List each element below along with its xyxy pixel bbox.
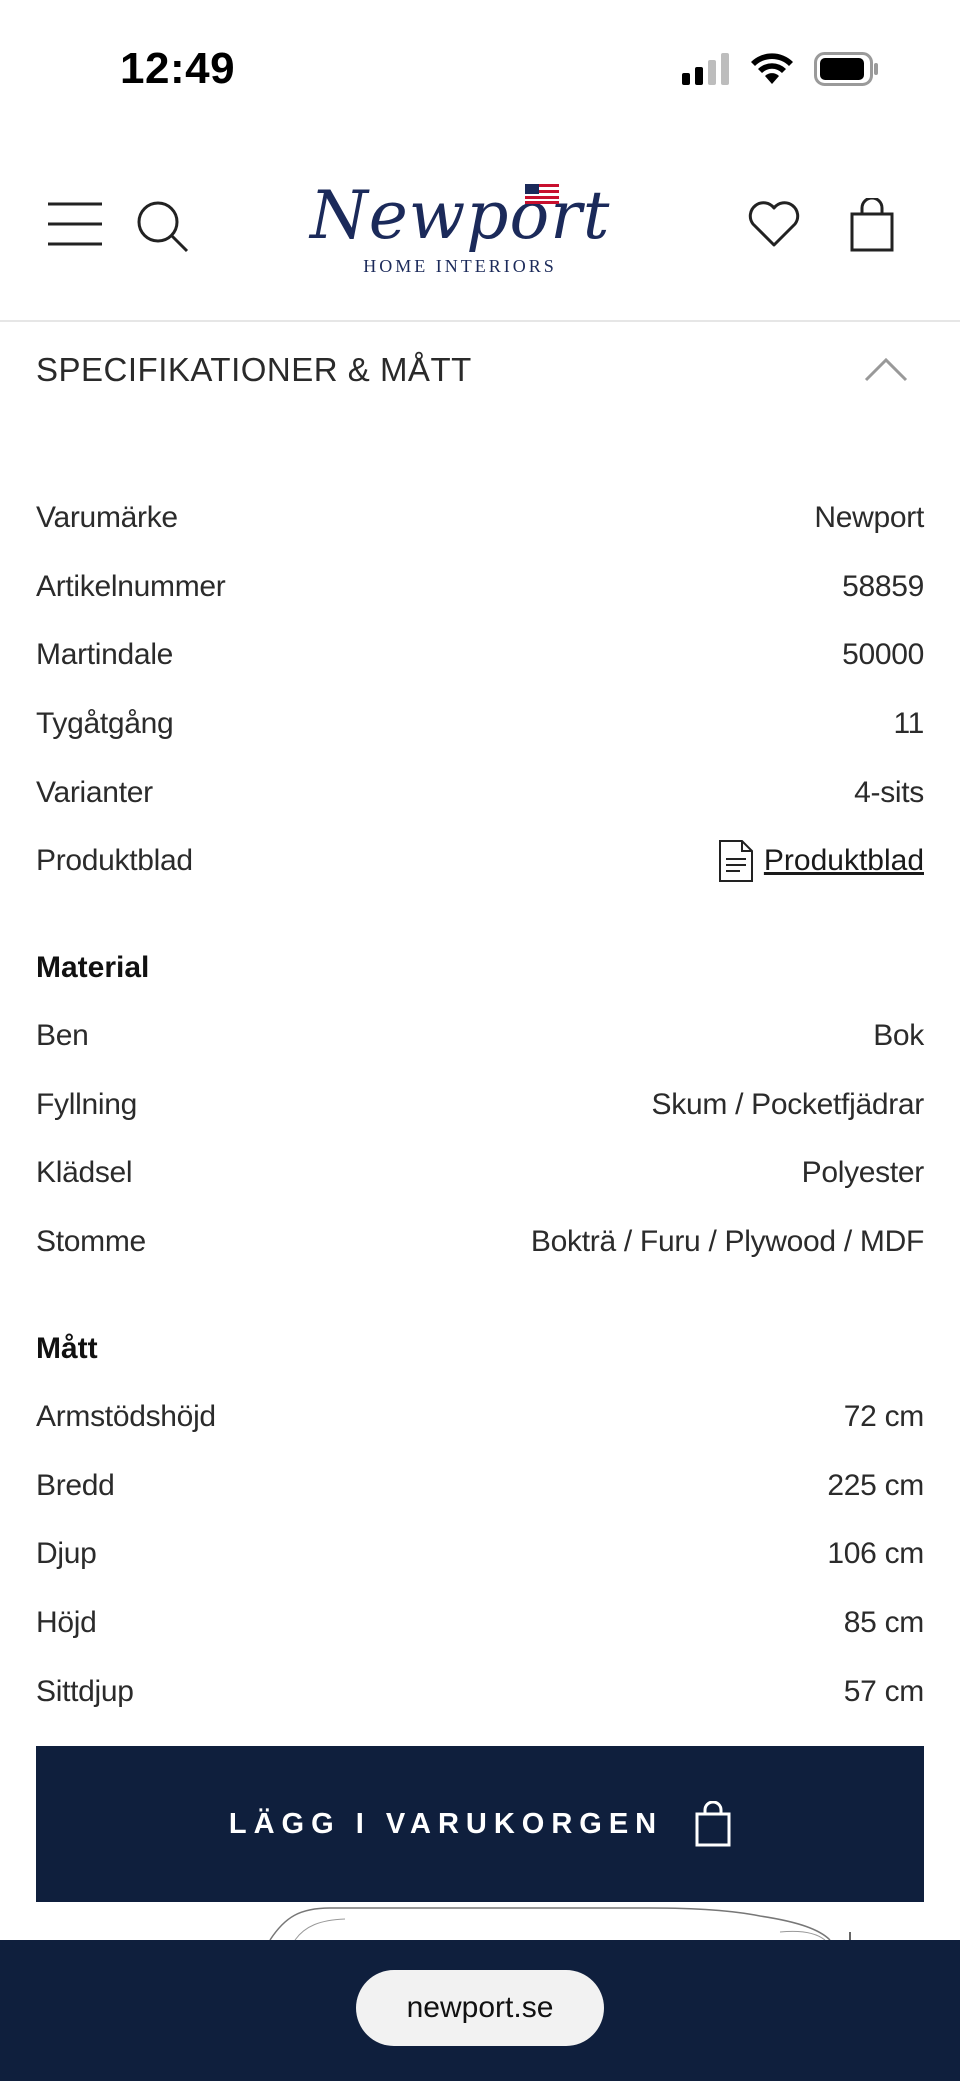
spec-label: Produktblad: [36, 844, 193, 878]
spec-value: Newport: [814, 501, 924, 535]
dimension-value: 225 cm: [827, 1468, 924, 1502]
product-sheet-link-label: Produktblad: [763, 844, 924, 878]
spec-label: Artikelnummer: [36, 569, 226, 603]
spec-row-martindale: Martindale 50000: [36, 621, 924, 690]
add-to-cart-button[interactable]: LÄGG I VARUKORGEN: [36, 1746, 924, 1902]
material-heading: Material: [36, 951, 150, 984]
dimension-value: 85 cm: [843, 1606, 925, 1640]
spec-label: Tygåtgång: [36, 707, 174, 741]
document-icon: [718, 840, 753, 883]
dimension-row-sittdjup: Sittdjup 57 cm: [36, 1657, 924, 1726]
spec-label: Varianter: [36, 775, 153, 809]
cellular-signal-icon: [682, 53, 729, 85]
shopping-bag-icon[interactable]: [850, 198, 894, 252]
dimension-row-hojd: Höjd 85 cm: [36, 1589, 924, 1658]
status-time: 12:49: [120, 44, 236, 93]
wifi-icon: [751, 53, 793, 84]
material-value: Polyester: [801, 1156, 925, 1190]
material-value: Skum / Pocketfjädrar: [651, 1087, 925, 1121]
spec-row-artikelnummer: Artikelnummer 58859: [36, 553, 924, 622]
product-drawing-peek: [269, 1907, 851, 1940]
dimension-value: 72 cm: [843, 1400, 925, 1434]
material-label: Stomme: [36, 1225, 146, 1259]
material-list: Material Ben Bok Fyllning Skum / Pocketf…: [36, 934, 924, 1276]
material-row-kladsel: Klädsel Polyester: [36, 1139, 924, 1208]
material-label: Ben: [36, 1019, 89, 1053]
spec-row-varianter: Varianter 4-sits: [36, 758, 924, 827]
material-row-ben: Ben Bok: [36, 1002, 924, 1071]
dimension-value: 57 cm: [843, 1674, 925, 1708]
material-value: Bokträ / Furu / Plywood / MDF: [530, 1225, 924, 1259]
material-value: Bok: [873, 1019, 924, 1053]
newport-logo[interactable]: Newport HOME INTERIORS: [310, 178, 610, 288]
dimension-row-armstodshojd: Armstödshöjd 72 cm: [36, 1383, 924, 1452]
dimension-label: Bredd: [36, 1468, 115, 1502]
spec-value: 50000: [842, 638, 924, 672]
browser-bottom-bar: newport.se: [0, 1940, 960, 2081]
spec-row-produktblad: Produktblad Produktblad: [36, 827, 924, 896]
dimension-row-bredd: Bredd 225 cm: [36, 1452, 924, 1521]
material-row-stomme: Stomme Bokträ / Furu / Plywood / MDF: [36, 1208, 924, 1277]
material-label: Fyllning: [36, 1087, 137, 1121]
spec-row-varumarke: Varumärke Newport: [36, 484, 924, 553]
dimensions-list: Mått Armstödshöjd 72 cm Bredd 225 cm Dju…: [36, 1315, 924, 1726]
spec-label: Martindale: [36, 638, 174, 672]
material-row-fyllning: Fyllning Skum / Pocketfjädrar: [36, 1071, 924, 1140]
dimension-label: Armstödshöjd: [36, 1400, 216, 1434]
dimension-label: Höjd: [36, 1606, 97, 1640]
address-bar[interactable]: newport.se: [356, 1970, 604, 2046]
spec-label: Varumärke: [36, 501, 178, 535]
material-label: Klädsel: [36, 1156, 133, 1190]
spec-value: 11: [893, 707, 924, 741]
battery-icon: [814, 52, 878, 86]
logo-wordmark: Newport: [310, 177, 611, 254]
specifications-accordion-header[interactable]: SPECIFIKATIONER & MÅTT: [36, 340, 924, 400]
dimension-value: 106 cm: [827, 1537, 924, 1571]
spec-row-tygatgang: Tygåtgång 11: [36, 690, 924, 759]
section-title: SPECIFIKATIONER & MÅTT: [36, 351, 472, 388]
hamburger-menu-icon[interactable]: [48, 200, 102, 248]
spec-value: 4-sits: [854, 775, 924, 809]
dimensions-heading: Mått: [36, 1332, 98, 1365]
logo-subtitle: HOME INTERIORS: [363, 256, 557, 276]
us-flag-icon: [525, 184, 559, 204]
search-icon[interactable]: [136, 200, 190, 254]
status-icons: [682, 52, 880, 86]
add-to-cart-label: LÄGG I VARUKORGEN: [228, 1807, 664, 1840]
dimension-row-djup: Djup 106 cm: [36, 1520, 924, 1589]
spec-value: 58859: [842, 569, 924, 603]
status-bar: 12:49: [0, 0, 960, 140]
address-bar-url: newport.se: [406, 1991, 554, 2024]
dimension-label: Sittdjup: [36, 1674, 134, 1708]
dimension-label: Djup: [36, 1537, 97, 1571]
specs-list: Varumärke Newport Artikelnummer 58859 Ma…: [36, 484, 924, 896]
chevron-up-icon[interactable]: [864, 358, 908, 382]
wishlist-heart-icon[interactable]: [748, 200, 800, 248]
site-header: Newport HOME INTERIORS: [0, 140, 960, 322]
shopping-bag-icon: [695, 1801, 731, 1847]
product-sheet-link[interactable]: Produktblad: [718, 839, 924, 883]
